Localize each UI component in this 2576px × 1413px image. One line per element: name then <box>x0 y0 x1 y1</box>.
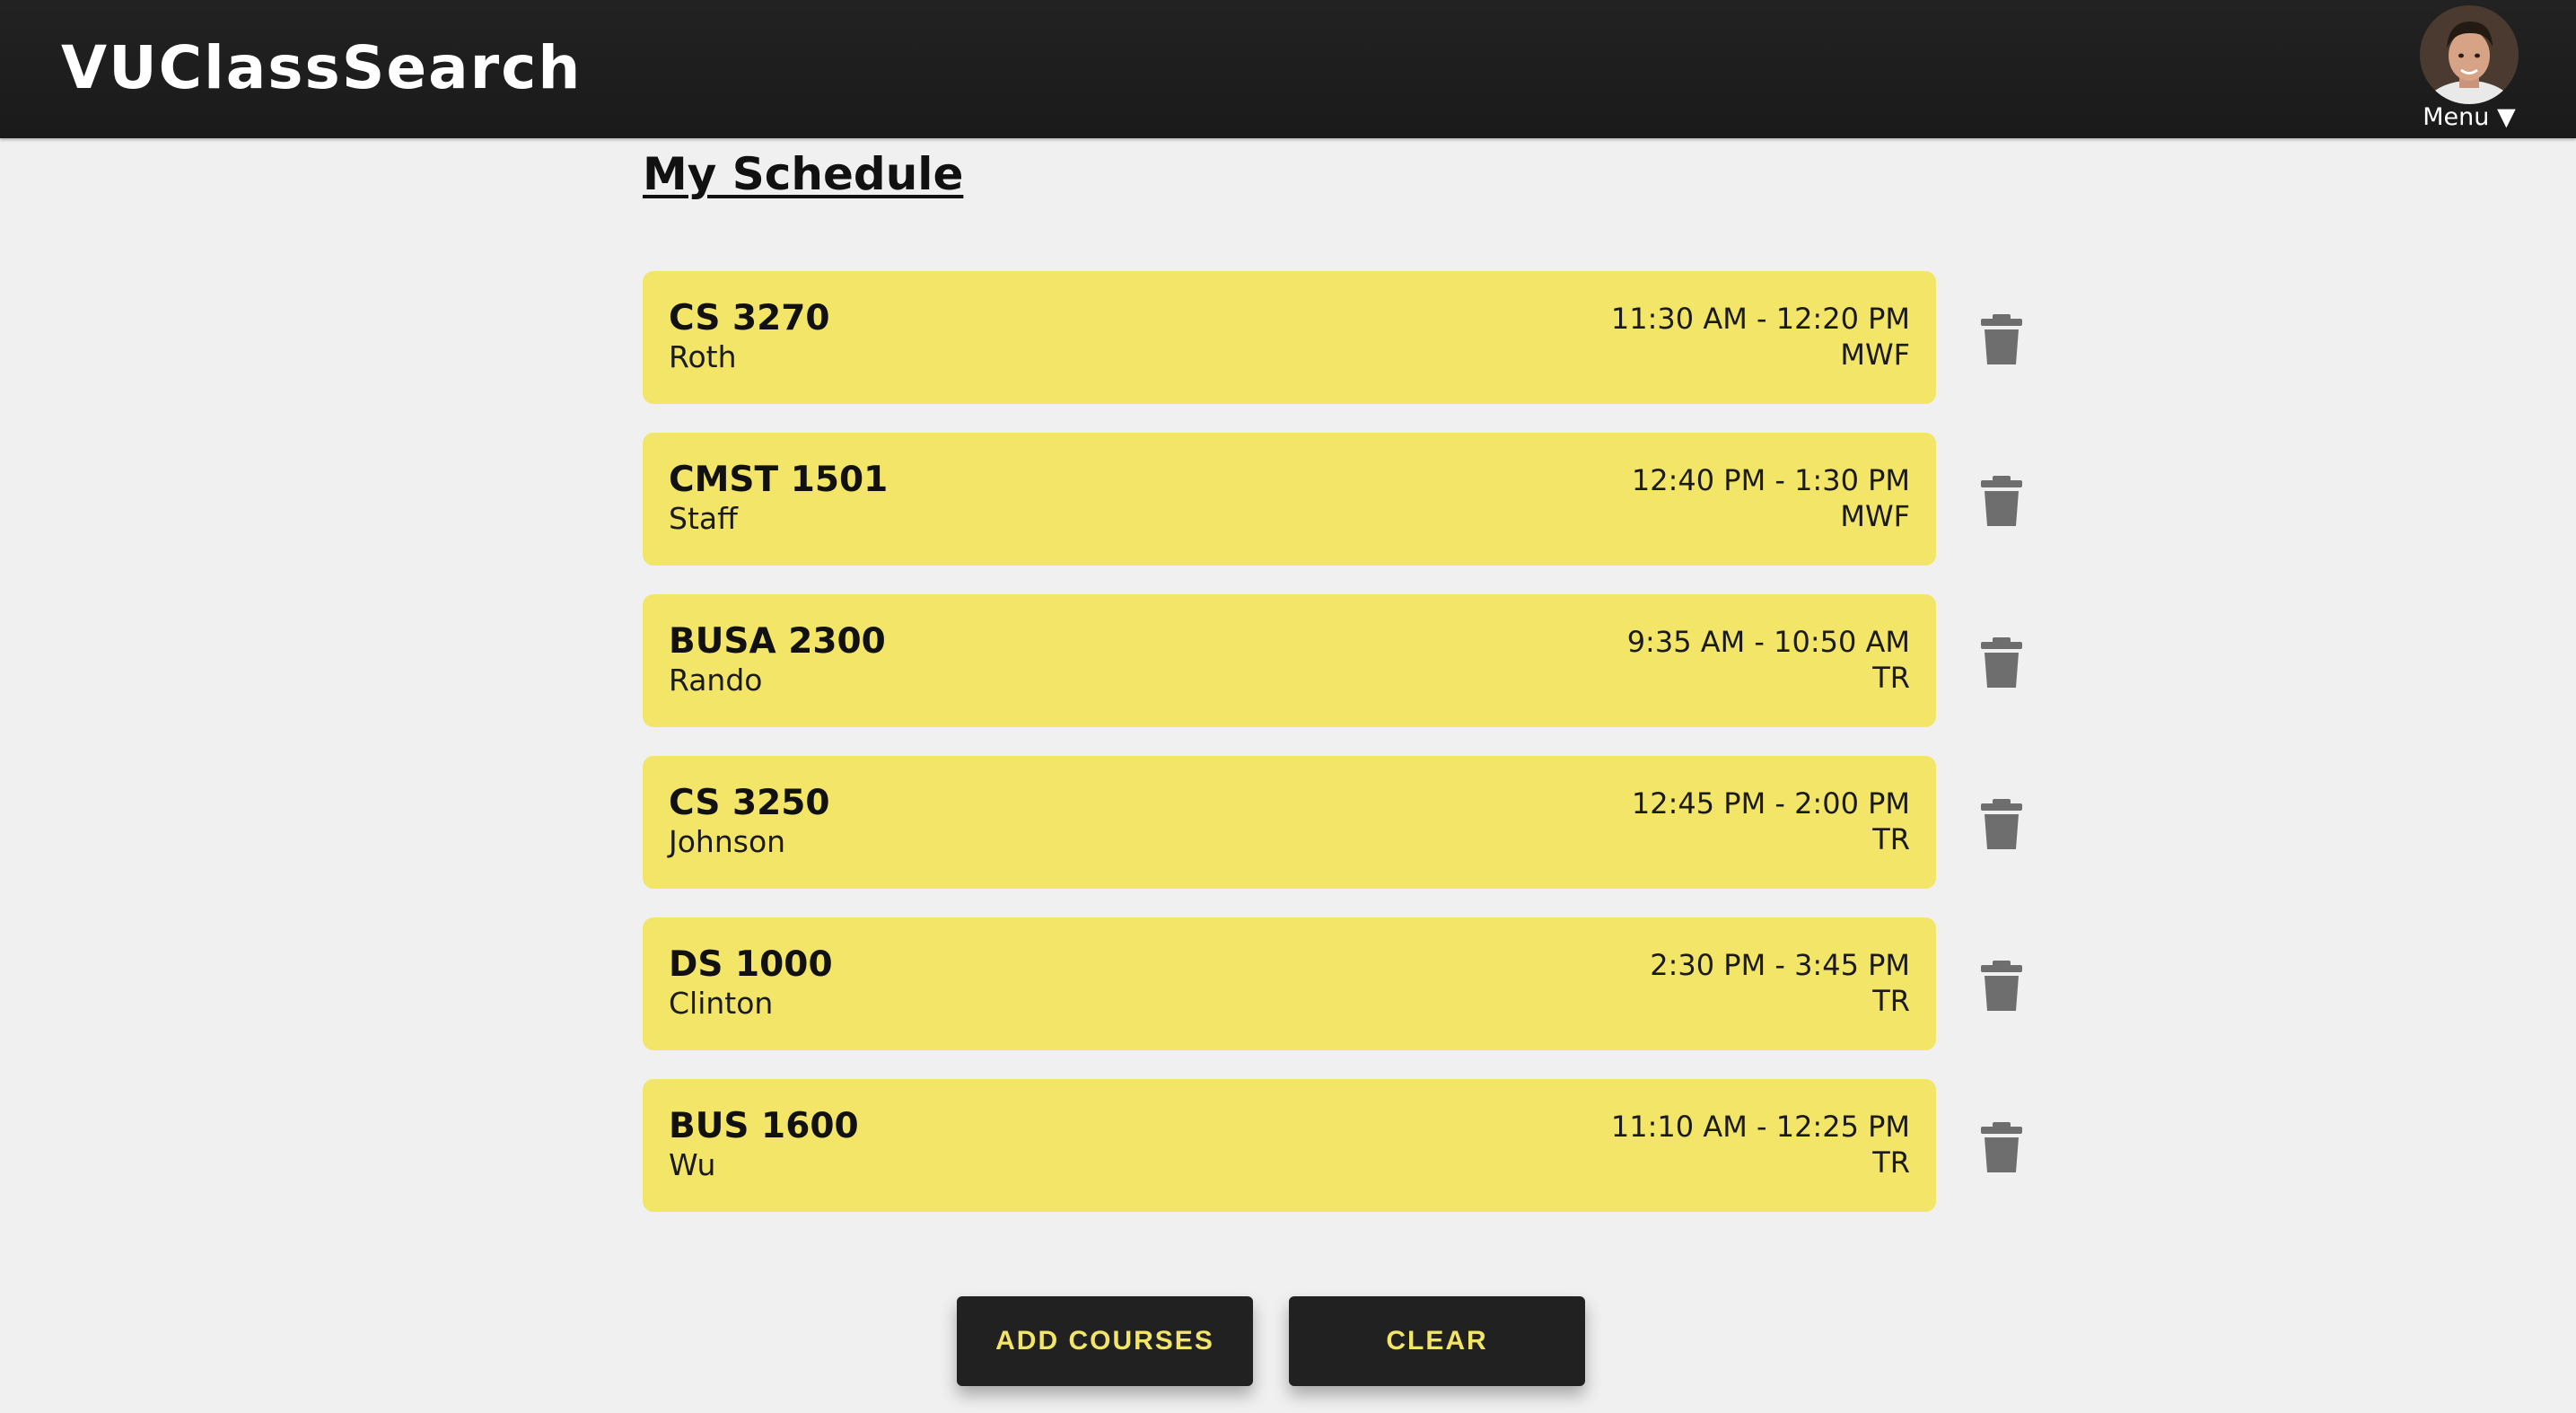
user-avatar[interactable] <box>2420 5 2519 104</box>
course-instructor: Clinton <box>669 986 774 1021</box>
clear-button[interactable]: CLEAR <box>1289 1296 1585 1386</box>
course-code: DS 1000 <box>669 944 833 985</box>
schedule-row: BUS 1600 Wu 11:10 AM - 12:25 PM TR <box>643 1079 2043 1212</box>
course-instructor: Rando <box>669 663 763 698</box>
schedule-row: DS 1000 Clinton 2:30 PM - 3:45 PM TR <box>643 917 2043 1050</box>
course-days: MWF <box>1840 338 1910 372</box>
schedule-row: CS 3250 Johnson 12:45 PM - 2:00 PM TR <box>643 756 2043 889</box>
course-card[interactable]: CMST 1501 Staff 12:40 PM - 1:30 PM MWF <box>643 433 1936 566</box>
course-days: TR <box>1872 1145 1910 1180</box>
user-menu[interactable]: Menu ▼ <box>2414 5 2524 135</box>
course-time: 11:10 AM - 12:25 PM <box>1610 1110 1910 1144</box>
course-code: CMST 1501 <box>669 460 889 500</box>
schedule-row: CMST 1501 Staff 12:40 PM - 1:30 PM MWF <box>643 433 2043 566</box>
page-title: My Schedule <box>643 148 964 200</box>
course-time: 12:40 PM - 1:30 PM <box>1631 463 1910 497</box>
course-code: CS 3270 <box>669 298 830 338</box>
course-card[interactable]: BUS 1600 Wu 11:10 AM - 12:25 PM TR <box>643 1079 1936 1212</box>
app-brand[interactable]: VUClassSearch <box>61 32 582 104</box>
course-days: TR <box>1872 822 1910 856</box>
delete-course-button[interactable] <box>1976 797 2027 851</box>
trash-icon <box>1981 637 2022 688</box>
trash-icon <box>1981 799 2022 849</box>
top-navbar: VUClassSearch Menu ▼ <box>0 0 2576 138</box>
delete-course-button[interactable] <box>1976 636 2027 689</box>
course-time: 11:30 AM - 12:20 PM <box>1610 302 1910 336</box>
course-time: 2:30 PM - 3:45 PM <box>1650 948 1910 982</box>
add-courses-button[interactable]: ADD COURSES <box>957 1296 1253 1386</box>
course-instructor: Johnson <box>669 824 786 859</box>
course-code: BUSA 2300 <box>669 621 886 662</box>
course-days: MWF <box>1840 499 1910 533</box>
menu-dropdown-label[interactable]: Menu ▼ <box>2414 102 2524 133</box>
course-card[interactable]: CS 3270 Roth 11:30 AM - 12:20 PM MWF <box>643 271 1936 404</box>
course-days: TR <box>1872 661 1910 695</box>
delete-course-button[interactable] <box>1976 959 2027 1013</box>
schedule-row: BUSA 2300 Rando 9:35 AM - 10:50 AM TR <box>643 594 2043 727</box>
course-card[interactable]: BUSA 2300 Rando 9:35 AM - 10:50 AM TR <box>643 594 1936 727</box>
trash-icon <box>1981 1122 2022 1172</box>
trash-icon <box>1981 476 2022 526</box>
course-days: TR <box>1872 984 1910 1018</box>
schedule-row: CS 3270 Roth 11:30 AM - 12:20 PM MWF <box>643 271 2043 404</box>
course-code: BUS 1600 <box>669 1106 859 1146</box>
course-card[interactable]: CS 3250 Johnson 12:45 PM - 2:00 PM TR <box>643 756 1936 889</box>
course-time: 12:45 PM - 2:00 PM <box>1631 786 1910 821</box>
schedule-list: CS 3270 Roth 11:30 AM - 12:20 PM MWF CMS… <box>643 271 2043 1241</box>
trash-icon <box>1981 314 2022 364</box>
trash-icon <box>1981 961 2022 1011</box>
course-instructor: Wu <box>669 1147 716 1182</box>
delete-course-button[interactable] <box>1976 1120 2027 1174</box>
avatar-portrait-icon <box>2420 5 2519 104</box>
course-time: 9:35 AM - 10:50 AM <box>1626 625 1910 659</box>
delete-course-button[interactable] <box>1976 312 2027 366</box>
course-card[interactable]: DS 1000 Clinton 2:30 PM - 3:45 PM TR <box>643 917 1936 1050</box>
course-instructor: Roth <box>669 339 737 374</box>
delete-course-button[interactable] <box>1976 474 2027 528</box>
course-code: CS 3250 <box>669 783 830 823</box>
course-instructor: Staff <box>669 501 738 536</box>
